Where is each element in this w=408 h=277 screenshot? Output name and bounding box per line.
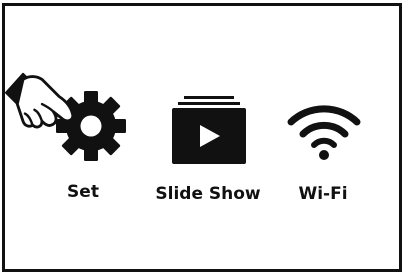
set-label: Set: [67, 182, 99, 202]
slideshow-icon: [172, 96, 246, 164]
wifi-icon: [287, 105, 361, 160]
slide-show-label: Slide Show: [155, 184, 261, 204]
wifi-label: Wi-Fi: [298, 184, 348, 204]
pointing-hand-icon: [4, 72, 75, 129]
